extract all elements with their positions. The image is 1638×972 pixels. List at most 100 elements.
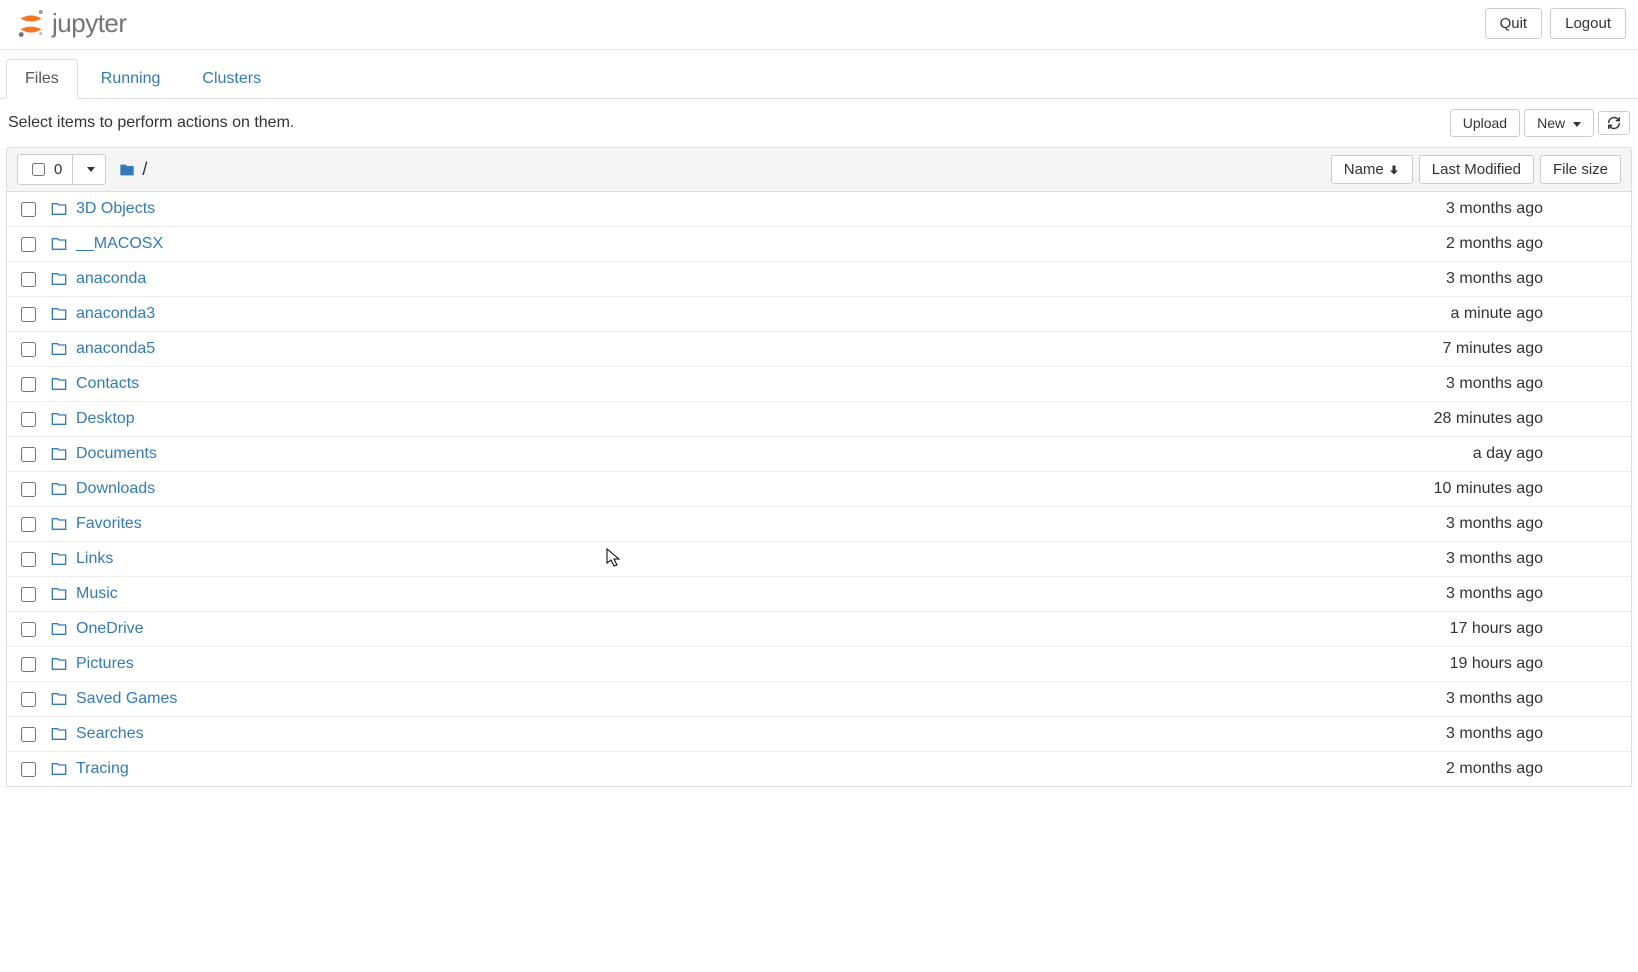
item-modified: 2 months ago (1446, 235, 1543, 253)
item-name[interactable]: Documents (76, 445, 1473, 463)
select-all-dropdown[interactable] (73, 162, 105, 177)
item-modified: 3 months ago (1446, 725, 1543, 743)
row-checkbox[interactable] (21, 202, 36, 217)
item-name[interactable]: Favorites (76, 515, 1446, 533)
caret-down-icon (1573, 122, 1581, 127)
item-modified: a day ago (1473, 445, 1543, 463)
toolbar: Select items to perform actions on them.… (0, 99, 1638, 147)
item-name[interactable]: Desktop (76, 410, 1434, 428)
item-modified: 3 months ago (1446, 550, 1543, 568)
list-item: Tracing2 months ago (7, 752, 1631, 786)
item-name[interactable]: Searches (76, 725, 1446, 743)
row-checkbox[interactable] (21, 482, 36, 497)
list-item: anaconda3a minute ago (7, 297, 1631, 332)
folder-icon (50, 201, 68, 217)
row-checkbox[interactable] (21, 587, 36, 602)
new-dropdown-button[interactable]: New (1524, 109, 1594, 137)
list-item: anaconda57 minutes ago (7, 332, 1631, 367)
header-buttons: Quit Logout (1485, 8, 1626, 39)
item-modified: 3 months ago (1446, 375, 1543, 393)
list-item: OneDrive17 hours ago (7, 612, 1631, 647)
list-item: Contacts3 months ago (7, 367, 1631, 402)
item-name[interactable]: Downloads (76, 480, 1434, 498)
sort-name-button[interactable]: Name (1331, 155, 1413, 184)
item-modified: 28 minutes ago (1434, 410, 1543, 428)
row-checkbox[interactable] (21, 447, 36, 462)
folder-icon (50, 656, 68, 672)
folder-icon (50, 516, 68, 532)
name-col-label: Name (1344, 161, 1384, 178)
select-all-group: 0 (17, 154, 106, 185)
row-checkbox[interactable] (21, 762, 36, 777)
list-item: __MACOSX2 months ago (7, 227, 1631, 262)
item-modified: 17 hours ago (1450, 620, 1543, 638)
row-checkbox[interactable] (21, 342, 36, 357)
tab-running[interactable]: Running (82, 59, 180, 99)
list-item: Music3 months ago (7, 577, 1631, 612)
refresh-button[interactable] (1598, 111, 1630, 135)
item-modified: 3 months ago (1446, 200, 1543, 218)
list-item: anaconda3 months ago (7, 262, 1631, 297)
item-name[interactable]: Contacts (76, 375, 1446, 393)
item-name[interactable]: Pictures (76, 655, 1450, 673)
logout-button[interactable]: Logout (1550, 8, 1626, 39)
folder-icon (50, 236, 68, 252)
folder-icon (50, 691, 68, 707)
tab-clusters[interactable]: Clusters (183, 59, 280, 99)
row-checkbox[interactable] (21, 377, 36, 392)
list-item: Pictures19 hours ago (7, 647, 1631, 682)
item-name[interactable]: OneDrive (76, 620, 1450, 638)
item-name[interactable]: anaconda5 (76, 340, 1442, 358)
modified-col-label: Last Modified (1432, 161, 1521, 178)
row-checkbox[interactable] (21, 412, 36, 427)
tab-files[interactable]: Files (6, 59, 78, 99)
folder-icon (50, 551, 68, 567)
item-name[interactable]: __MACOSX (76, 235, 1446, 253)
item-name[interactable]: anaconda3 (76, 305, 1450, 323)
list-item: Desktop28 minutes ago (7, 402, 1631, 437)
jupyter-logo-icon (16, 9, 46, 39)
folder-icon (50, 481, 68, 497)
row-checkbox[interactable] (21, 657, 36, 672)
list-item: Documentsa day ago (7, 437, 1631, 472)
folder-icon (50, 306, 68, 322)
list-item: Links3 months ago (7, 542, 1631, 577)
file-list-container: 0 / Name Last Modified File size 3D O (6, 147, 1632, 787)
folder-icon (50, 446, 68, 462)
folder-icon (50, 271, 68, 287)
folder-icon (50, 341, 68, 357)
jupyter-logo[interactable]: jupyter (16, 8, 127, 39)
size-col-label: File size (1553, 161, 1608, 178)
file-list: 3D Objects3 months ago__MACOSX2 months a… (6, 192, 1632, 787)
item-name[interactable]: 3D Objects (76, 200, 1446, 218)
sort-modified-button[interactable]: Last Modified (1419, 155, 1534, 184)
item-modified: 3 months ago (1446, 585, 1543, 603)
caret-down-icon (87, 167, 95, 172)
item-name[interactable]: Music (76, 585, 1446, 603)
row-checkbox[interactable] (21, 692, 36, 707)
list-item: 3D Objects3 months ago (7, 192, 1631, 227)
item-name[interactable]: anaconda (76, 270, 1446, 288)
row-checkbox[interactable] (21, 727, 36, 742)
item-name[interactable]: Saved Games (76, 690, 1446, 708)
folder-icon (50, 761, 68, 777)
row-checkbox[interactable] (21, 552, 36, 567)
row-checkbox[interactable] (21, 517, 36, 532)
item-name[interactable]: Links (76, 550, 1446, 568)
sort-size-button[interactable]: File size (1540, 155, 1621, 184)
new-button-label: New (1537, 115, 1565, 131)
item-name[interactable]: Tracing (76, 760, 1446, 778)
folder-icon (50, 376, 68, 392)
row-checkbox[interactable] (21, 307, 36, 322)
row-checkbox[interactable] (21, 237, 36, 252)
select-all-checkbox[interactable] (32, 163, 45, 176)
item-modified: 10 minutes ago (1434, 480, 1543, 498)
upload-button[interactable]: Upload (1450, 109, 1520, 137)
row-checkbox[interactable] (21, 622, 36, 637)
row-checkbox[interactable] (21, 272, 36, 287)
folder-icon[interactable] (118, 162, 136, 178)
item-modified: 3 months ago (1446, 270, 1543, 288)
breadcrumb: / (118, 159, 147, 180)
arrow-down-icon (1388, 164, 1400, 176)
quit-button[interactable]: Quit (1485, 8, 1543, 39)
